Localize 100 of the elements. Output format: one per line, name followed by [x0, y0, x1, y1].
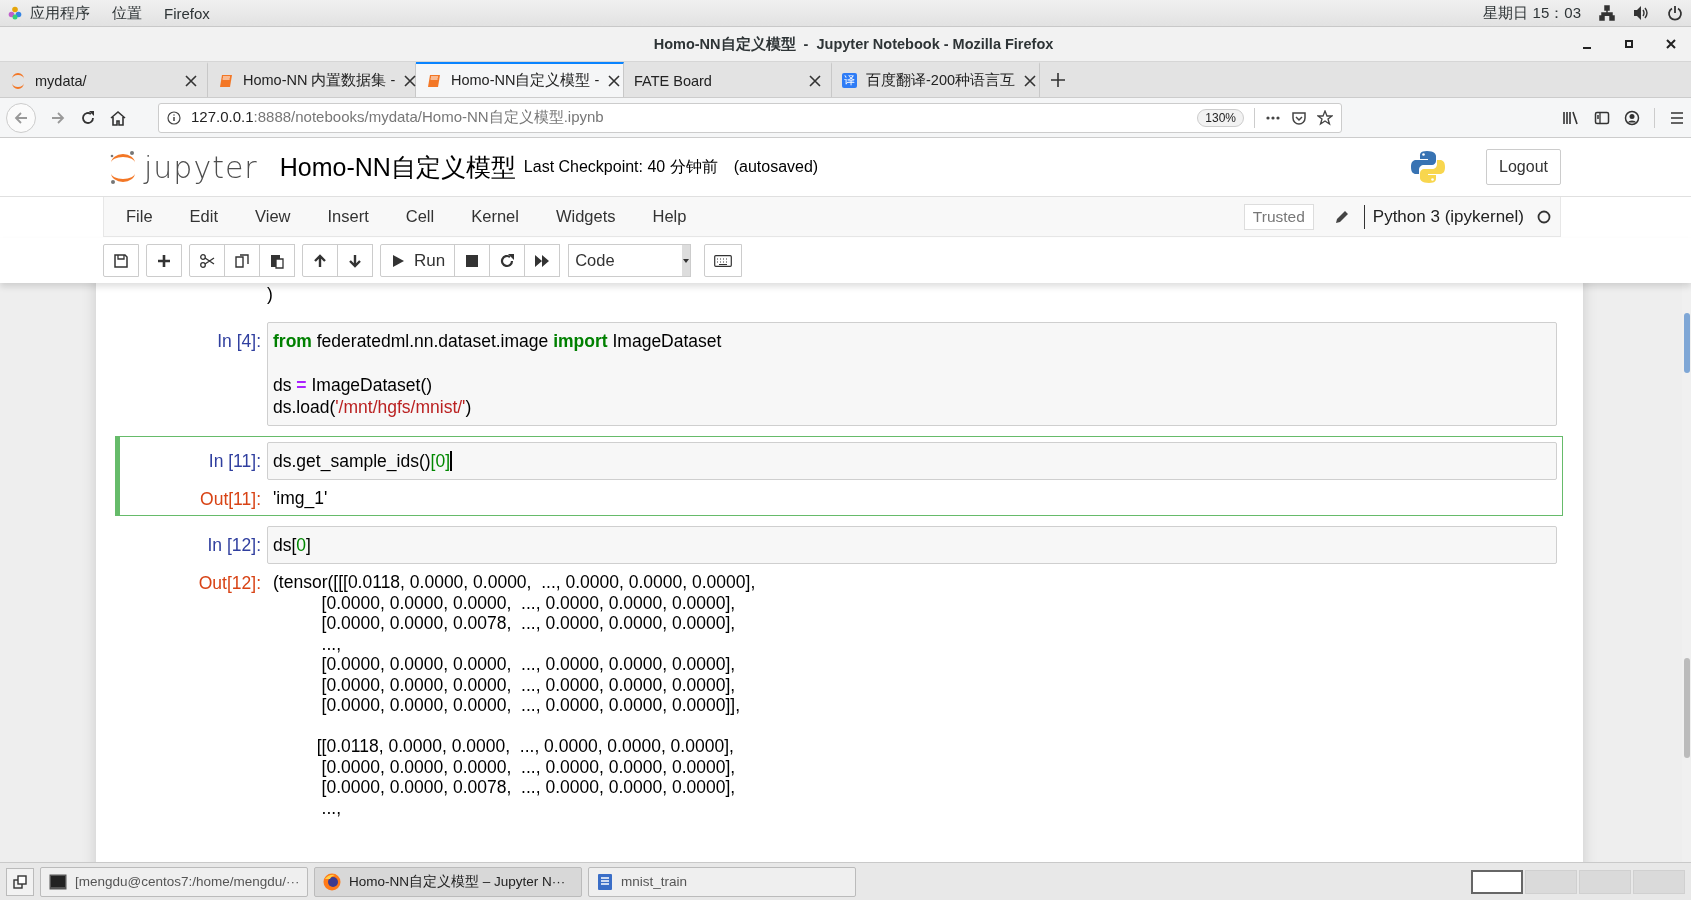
- copy-button[interactable]: [224, 244, 260, 277]
- plus-icon: [156, 252, 172, 269]
- new-tab-icon[interactable]: [1050, 71, 1066, 88]
- output-line: [0.0000, 0.0000, 0.0000, ..., 0.0000, 0.0000, 0.0000],: [320, 592, 737, 613]
- arrow-left-icon: [13, 109, 29, 126]
- back-button[interactable]: [6, 102, 36, 133]
- browser-tab[interactable]: 译 百度翻译-200种语言互: [832, 62, 1040, 97]
- reload-icon[interactable]: [80, 109, 96, 126]
- code-line: ds.load('/mnt/hgfs/mnist/'): [273, 396, 473, 418]
- notebook-name[interactable]: Homo-NN自定义模型: [279, 150, 516, 184]
- keyboard-button[interactable]: [704, 244, 743, 277]
- caret-icon: [683, 258, 690, 263]
- top-menu[interactable]: 位置: [112, 3, 142, 23]
- code-input[interactable]: ds[0]: [267, 526, 1557, 564]
- move-up-button[interactable]: [302, 244, 338, 277]
- output-line: (tensor([[[0.0118, 0.0000, 0.0000, ..., 0.0000, 0.0000, 0.0000],: [273, 572, 757, 593]
- output-line: 'img_1': [273, 488, 329, 509]
- autosave-status: (autosaved): [733, 158, 819, 176]
- restart-icon: [499, 252, 516, 269]
- code-line: ds[0]: [273, 534, 312, 556]
- home-icon[interactable]: [110, 109, 126, 126]
- close-icon[interactable]: [608, 74, 621, 87]
- restart-button[interactable]: [489, 244, 526, 277]
- close-icon[interactable]: [404, 74, 417, 87]
- run-button[interactable]: Run: [380, 244, 456, 277]
- volume-icon[interactable]: [1633, 5, 1649, 21]
- output-line: [0.0000, 0.0000, 0.0000, ..., 0.0000, 0.0000, 0.0000],: [320, 756, 737, 777]
- notebook-cell[interactable]: In [4]: from federatedml.nn.dataset.image import ImageDataset ds = ImageDataset() ds.load('/mnt/hgfs/mnist/'): [115, 316, 1563, 432]
- close-icon[interactable]: [185, 74, 197, 87]
- output-line: [0.0000, 0.0000, 0.0000, ..., 0.0000, 0.0000, 0.0000]],: [320, 695, 741, 716]
- url-text: 127.0.0.1:8888/notebooks/mydata/Homo-NN自定义模型.ipynb: [191, 108, 605, 127]
- close-icon[interactable]: [1665, 38, 1677, 50]
- top-menu[interactable]: 应用程序: [30, 3, 90, 23]
- menu-item[interactable]: View: [255, 207, 291, 226]
- taskbar-item[interactable]: Homo-NN自定义模型 – Jupyter N···: [314, 866, 582, 897]
- clock[interactable]: 星期日 15：03: [1483, 3, 1581, 23]
- apps-icon[interactable]: [8, 6, 22, 20]
- account-icon[interactable]: [1624, 109, 1640, 126]
- run-all-button[interactable]: [524, 244, 561, 277]
- insert-cell-button[interactable]: [146, 244, 182, 277]
- play-icon: [390, 252, 406, 269]
- sidebar-icon[interactable]: [1594, 109, 1610, 126]
- browser-tab[interactable]: Homo-NN自定义模型 -: [416, 62, 624, 97]
- taskbar-item[interactable]: [mengdu@centos7:/home/mengdu/···: [40, 866, 308, 897]
- cell-type-select[interactable]: Code: [568, 244, 692, 277]
- library-icon[interactable]: [1562, 109, 1580, 126]
- star-icon[interactable]: [1317, 109, 1333, 126]
- logout-button[interactable]: Logout: [1486, 149, 1561, 185]
- menu-item[interactable]: Insert: [327, 207, 369, 226]
- menu-item[interactable]: File: [126, 207, 153, 226]
- output-line: [[0.0118, 0.0000, 0.0000, ..., 0.0000, 0.0000, 0.0000],: [315, 736, 735, 757]
- menu-item[interactable]: Kernel: [471, 207, 519, 226]
- stop-button[interactable]: [454, 244, 491, 277]
- menu-icon[interactable]: [1669, 109, 1685, 126]
- show-desktop-button[interactable]: [6, 867, 34, 896]
- document-icon: [597, 872, 613, 891]
- output-line: [0.0000, 0.0000, 0.0000, ..., 0.0000, 0.0000, 0.0000],: [320, 654, 737, 675]
- kernel-name[interactable]: Python 3 (ipykernel): [1372, 206, 1524, 227]
- address-field[interactable]: 127.0.0.1:8888/notebooks/mydata/Homo-NN自定义模型.ipynb 130%: [158, 102, 1342, 133]
- arrow-up-icon: [312, 252, 328, 269]
- code-line: ds.get_sample_ids()[0]: [273, 450, 453, 472]
- pocket-icon[interactable]: [1291, 109, 1307, 126]
- workspace-thumbnail[interactable]: [1471, 869, 1523, 894]
- code-line: from federatedml.nn.dataset.image import ImageDataset: [273, 330, 723, 352]
- jupyter-logo-icon: [10, 72, 26, 89]
- jupyter-logo-text[interactable]: jupyter: [144, 149, 258, 185]
- taskbar-item[interactable]: mnist_train: [588, 866, 856, 897]
- code-input[interactable]: from federatedml.nn.dataset.image import ImageDataset ds = ImageDataset() ds.load('/mnt/hgfs/mnist/'): [267, 322, 1557, 426]
- menu-item[interactable]: Cell: [405, 207, 435, 226]
- logo-icon: [1410, 149, 1447, 185]
- maximize-icon[interactable]: [1623, 38, 1635, 50]
- output-prompt: Out[11]:: [200, 489, 261, 509]
- pencil-icon[interactable]: [1333, 208, 1350, 225]
- save-button[interactable]: [103, 244, 139, 277]
- close-icon[interactable]: [1024, 74, 1037, 87]
- power-icon[interactable]: [1667, 5, 1683, 21]
- zoom-level[interactable]: 130%: [1197, 108, 1244, 127]
- selected-cell-frame[interactable]: In [11]: ds.get_sample_ids()[0] Out[11]: 'img_1': [115, 436, 1563, 516]
- info-icon: [167, 110, 181, 125]
- output-line: [0.0000, 0.0000, 0.0078, ..., 0.0000, 0.0000, 0.0000],: [320, 613, 737, 634]
- move-down-button[interactable]: [337, 244, 373, 277]
- code-input[interactable]: ds.get_sample_ids()[0]: [267, 442, 1557, 480]
- browser-tab[interactable]: mydata/: [0, 62, 208, 97]
- paste-button[interactable]: [259, 244, 295, 277]
- scissors-icon: [199, 252, 215, 269]
- close-icon[interactable]: [809, 74, 821, 87]
- keyboard-icon: [714, 254, 733, 267]
- floppy-icon: [113, 252, 129, 269]
- browser-tab[interactable]: FATE Board: [624, 62, 832, 97]
- menu-item[interactable]: Widgets: [555, 207, 616, 226]
- output-line: [0.0000, 0.0000, 0.0000, ..., 0.0000, 0.0000, 0.0000],: [320, 674, 737, 695]
- network-icon[interactable]: [1599, 5, 1615, 21]
- menu-item[interactable]: Help: [652, 207, 687, 226]
- menu-item[interactable]: Edit: [189, 207, 219, 226]
- code-line: ds = ImageDataset(): [273, 374, 434, 396]
- top-menu[interactable]: Firefox: [164, 4, 210, 22]
- cut-button[interactable]: [189, 244, 225, 277]
- arrow-right-icon[interactable]: [50, 109, 66, 126]
- arrow-down-icon: [347, 252, 363, 269]
- trusted-indicator[interactable]: Trusted: [1243, 203, 1314, 230]
